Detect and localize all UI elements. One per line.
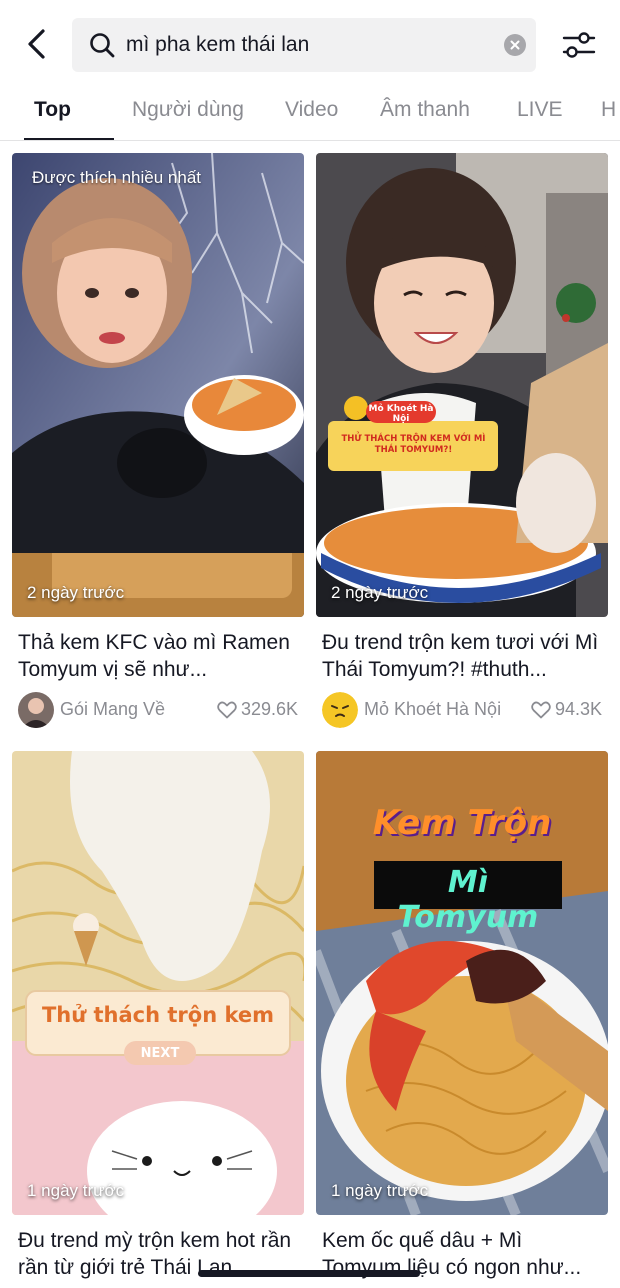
tab-sounds[interactable]: Âm thanh <box>380 98 470 122</box>
search-tabs: Top Người dùng Video Âm thanh LIVE H <box>0 88 620 141</box>
post-date: 2 ngày trước <box>27 583 125 602</box>
thumbnail-image <box>12 751 304 1215</box>
active-tab-indicator <box>24 138 114 140</box>
like-count: 329.6K <box>217 699 298 720</box>
overlay-brand: Mỏ Khoét Hà Nội <box>368 404 434 424</box>
chevron-left-icon <box>28 29 45 59</box>
thumbnail-image <box>12 153 304 617</box>
thumbnail-image <box>316 153 608 617</box>
heart-icon <box>217 701 237 718</box>
post-date: 1 ngày trước <box>27 1181 125 1200</box>
video-thumbnail[interactable]: Được thích nhiều nhất 2 ngày trước <box>12 153 304 617</box>
overlay-subtitle: Mì Tomyum <box>397 865 539 935</box>
tab-live[interactable]: LIVE <box>517 98 563 122</box>
search-icon <box>90 33 115 58</box>
filter-button[interactable] <box>556 26 600 64</box>
tab-top[interactable]: Top <box>34 98 71 122</box>
video-caption[interactable]: Thả kem KFC vào mì Ramen Tomyum vị sẽ nh… <box>18 629 300 683</box>
tab-hashtags[interactable]: H <box>601 98 616 122</box>
video-thumbnail[interactable]: Mỏ Khoét Hà Nội THỬ THÁCH TRỘN KEM VỚI M… <box>316 153 608 617</box>
avatar[interactable] <box>322 692 358 728</box>
tab-users[interactable]: Người dùng <box>132 98 244 122</box>
like-count: 94.3K <box>531 699 602 720</box>
search-input[interactable] <box>126 26 496 64</box>
overlay-next-label: NEXT <box>140 1046 180 1061</box>
overlay-title: Thử thách trộn kem <box>41 1003 274 1027</box>
search-header <box>0 0 620 90</box>
video-thumbnail[interactable]: Kem Trộn Mì Tomyum 1 ngày trước <box>316 751 608 1215</box>
search-bar[interactable] <box>72 18 536 72</box>
overlay-caption: THỬ THÁCH TRỘN KEM VỚI MÌ THÁI TOMYUM?! <box>341 434 486 455</box>
clear-search-button[interactable] <box>504 34 526 56</box>
author-name[interactable]: Gói Mang Về <box>60 699 165 720</box>
post-date: 1 ngày trước <box>331 1181 429 1200</box>
video-meta: Gói Mang Về 329.6K <box>18 692 304 728</box>
like-count-value: 329.6K <box>240 699 298 719</box>
tab-video[interactable]: Video <box>285 98 338 122</box>
avatar[interactable] <box>18 692 54 728</box>
video-thumbnail[interactable]: Thử thách trộn kem NEXT 1 ngày trước <box>12 751 304 1215</box>
overlay-title: Kem Trộn <box>372 803 552 843</box>
post-date: 2 ngày trước <box>331 583 429 602</box>
clear-icon <box>510 40 520 50</box>
most-liked-badge: Được thích nhiều nhất <box>32 168 202 187</box>
author-name[interactable]: Mỏ Khoét Hà Nội <box>364 699 501 720</box>
home-indicator <box>198 1270 420 1277</box>
video-caption[interactable]: Đu trend trộn kem tươi với Mì Thái Tomyu… <box>322 629 604 683</box>
heart-icon <box>531 701 551 718</box>
like-count-value: 94.3K <box>554 699 602 719</box>
back-button[interactable] <box>18 26 54 62</box>
filter-sliders-icon <box>562 32 596 58</box>
video-meta: Mỏ Khoét Hà Nội 94.3K <box>322 692 608 728</box>
